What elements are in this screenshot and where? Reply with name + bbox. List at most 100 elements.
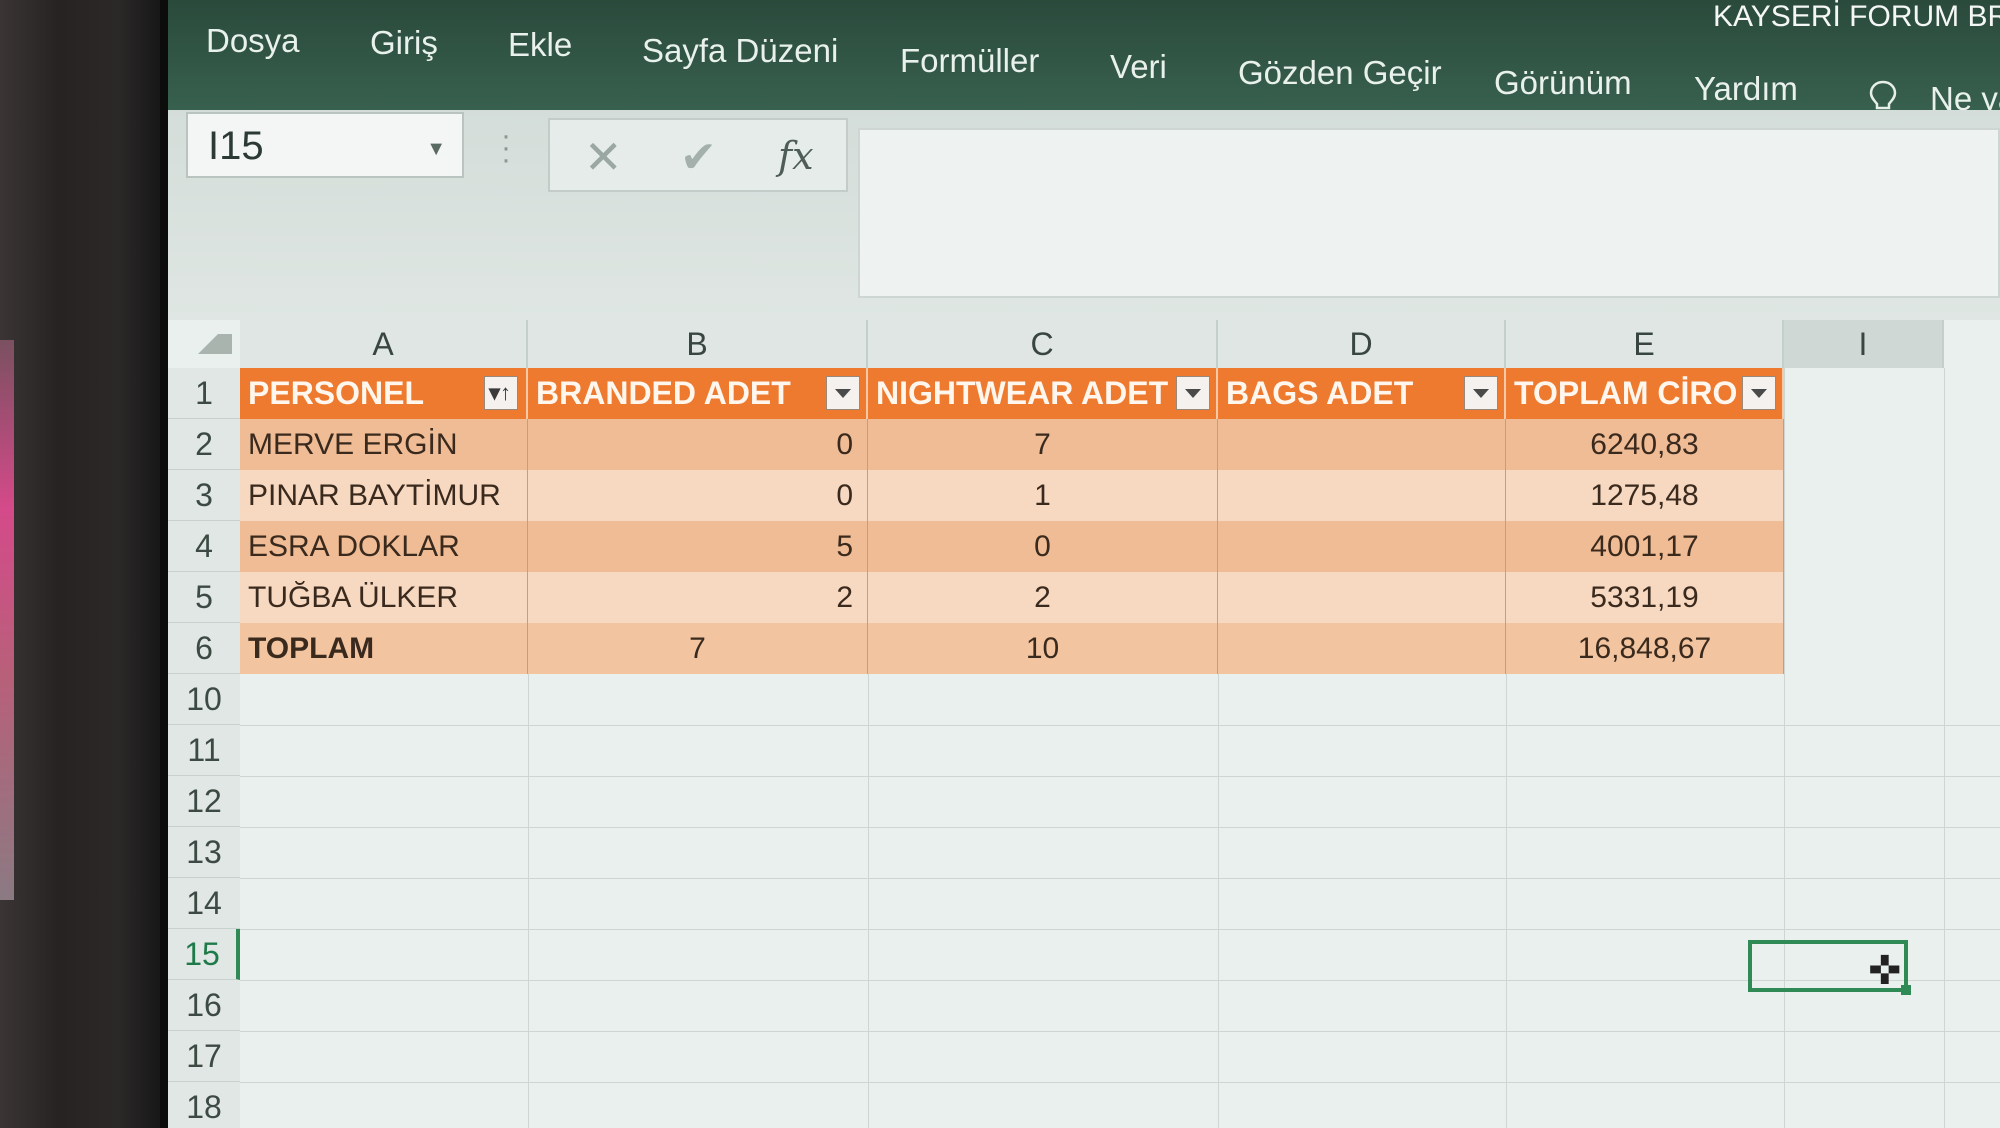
chevron-down-icon [835,389,851,398]
row-header-16[interactable]: 16 [168,980,240,1031]
worksheet-grid[interactable]: A B C D E I 1 2 3 4 5 6 10 11 12 13 14 1… [168,320,2000,1128]
row-header-2[interactable]: 2 [168,419,240,470]
table-cell[interactable]: 5331,19 [1506,572,1784,623]
tab-giris[interactable]: Giriş [370,24,438,62]
cancel-icon[interactable]: ✕ [584,130,623,184]
chevron-down-icon [1185,389,1201,398]
gridline [240,929,2000,930]
column-header-a[interactable]: A [240,320,528,368]
total-cell[interactable]: 7 [528,623,868,674]
row-header-17[interactable]: 17 [168,1031,240,1082]
monitor-bezel [0,0,168,1128]
header-cell-personel[interactable]: PERSONEL ▾↑ [240,368,528,419]
row-header-11[interactable]: 11 [168,725,240,776]
name-box[interactable]: I15 ▼ [186,112,464,178]
row-header-18[interactable]: 18 [168,1082,240,1128]
header-cell-bags[interactable]: BAGS ADET [1218,368,1506,419]
tab-sayfa-duzeni[interactable]: Sayfa Düzeni [642,32,838,70]
header-label: TOPLAM CİRO [1514,375,1738,411]
formula-input[interactable] [858,128,2000,298]
filter-dropdown-button[interactable] [1176,376,1210,410]
filter-dropdown-button[interactable] [1464,376,1498,410]
sort-filter-button[interactable]: ▾↑ [484,376,518,410]
tab-gozden-gecir[interactable]: Gözden Geçir [1238,54,1442,92]
table-cell[interactable]: TUĞBA ÜLKER [240,572,528,623]
total-cell[interactable] [1218,623,1506,674]
header-cell-nightwear[interactable]: NIGHTWEAR ADET [868,368,1218,419]
row-header-12[interactable]: 12 [168,776,240,827]
table-cell[interactable]: 7 [868,419,1218,470]
cursor-cross-icon: ✜ [1868,949,1902,993]
table-cell[interactable]: 4001,17 [1506,521,1784,572]
column-header-e[interactable]: E [1506,320,1784,368]
gridline [240,725,2000,726]
table-cell[interactable]: 0 [528,470,868,521]
table-cell[interactable] [1218,470,1506,521]
row-header-13[interactable]: 13 [168,827,240,878]
check-icon[interactable]: ✔ [680,132,717,183]
table-cell[interactable]: 1275,48 [1506,470,1784,521]
table-cell[interactable] [1218,572,1506,623]
header-label: PERSONEL [248,375,425,411]
table-cell[interactable]: 2 [868,572,1218,623]
bezel-edge [160,0,168,1128]
row-header-3[interactable]: 3 [168,470,240,521]
header-label: BAGS ADET [1226,375,1414,411]
table-cell[interactable] [1218,419,1506,470]
table-cell[interactable]: 0 [528,419,868,470]
column-header-d[interactable]: D [1218,320,1506,368]
table-cell[interactable]: 0 [868,521,1218,572]
sort-ascending-icon: ▾↑ [489,380,512,405]
gridline [240,878,2000,879]
gridline [1784,368,1785,1128]
row-header-6[interactable]: 6 [168,623,240,674]
header-label: NIGHTWEAR ADET [876,375,1169,411]
gridline [240,1082,2000,1083]
tab-gorunum[interactable]: Görünüm [1494,64,1632,102]
fill-handle[interactable] [1901,985,1911,995]
gridline [1944,368,1945,1128]
table-cell[interactable]: 5 [528,521,868,572]
table-cell[interactable]: ESRA DOKLAR [240,521,528,572]
column-header-b[interactable]: B [528,320,868,368]
row-header-1[interactable]: 1 [168,368,240,419]
row-header-10[interactable]: 10 [168,674,240,725]
table-cell[interactable]: MERVE ERGİN [240,419,528,470]
gridline [240,776,2000,777]
column-header-c[interactable]: C [868,320,1218,368]
header-cell-toplam-ciro[interactable]: TOPLAM CİRO [1506,368,1784,419]
row-header-5[interactable]: 5 [168,572,240,623]
row-header-15[interactable]: 15 [168,929,240,980]
tab-veri[interactable]: Veri [1110,48,1167,86]
total-cell[interactable]: 10 [868,623,1218,674]
row-header-14[interactable]: 14 [168,878,240,929]
gridline [240,980,2000,981]
filter-dropdown-button[interactable] [826,376,860,410]
table-cell[interactable]: PINAR BAYTİMUR [240,470,528,521]
filter-dropdown-button[interactable] [1742,376,1776,410]
total-label-cell[interactable]: TOPLAM [240,623,528,674]
chevron-down-icon [1751,389,1767,398]
window-title: KAYSERİ FORUM BRA [1713,0,2000,33]
table-cell[interactable]: 1 [868,470,1218,521]
table-cell[interactable]: 2 [528,572,868,623]
tab-formuller[interactable]: Formüller [900,42,1039,80]
tab-dosya[interactable]: Dosya [206,22,300,60]
header-cell-branded[interactable]: BRANDED ADET [528,368,868,419]
column-header-i[interactable]: I [1784,320,1944,368]
total-cell[interactable]: 16,848,67 [1506,623,1784,674]
gridline [240,1031,2000,1032]
row-header-4[interactable]: 4 [168,521,240,572]
table-cell[interactable]: 6240,83 [1506,419,1784,470]
insert-function-icon[interactable]: fx [778,134,814,178]
chevron-down-icon [1473,389,1489,398]
tab-ekle[interactable]: Ekle [508,26,572,64]
tab-yardim[interactable]: Yardım [1694,70,1798,108]
select-all-corner[interactable] [198,320,232,354]
chevron-down-icon[interactable]: ▼ [426,138,446,161]
formula-buttons: ✕ ✔ fx [548,118,848,192]
gridline [240,827,2000,828]
header-label: BRANDED ADET [536,375,791,411]
splitter-handle-icon[interactable]: · · · [501,121,511,175]
table-cell[interactable] [1218,521,1506,572]
